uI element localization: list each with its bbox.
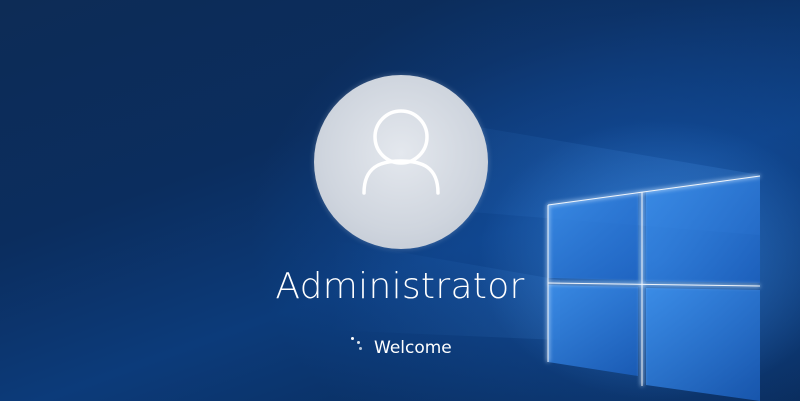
- sign-in-panel: Administrator Welcome: [0, 0, 800, 401]
- lock-screen: Administrator Welcome: [0, 0, 800, 401]
- user-silhouette-icon: [362, 109, 440, 195]
- status-text: Welcome: [374, 338, 452, 358]
- loading-spinner-icon: [340, 335, 366, 361]
- status-row: Welcome: [340, 333, 452, 363]
- user-avatar[interactable]: [314, 75, 488, 249]
- user-name: Administrator: [275, 266, 525, 307]
